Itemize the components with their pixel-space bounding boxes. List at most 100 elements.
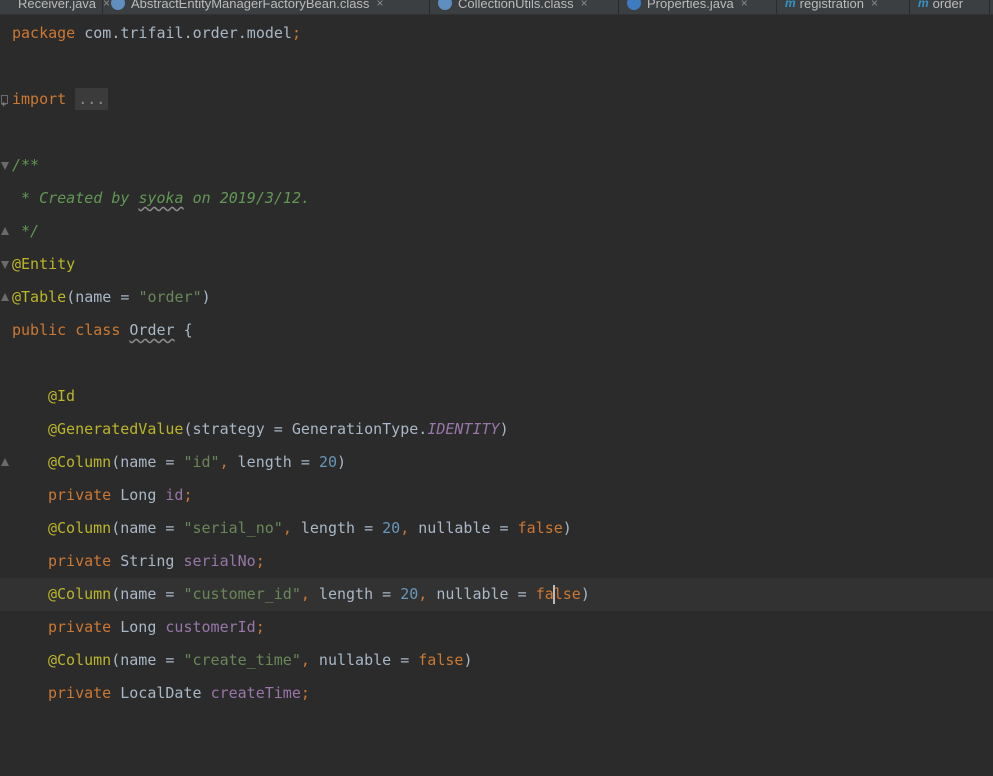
annotation-args: length = [291,519,383,537]
class-name: Order [129,321,175,339]
annotation-table: @Table [12,288,67,306]
annotation-args: nullable = [409,519,518,537]
close-icon[interactable]: × [376,0,383,10]
fold-collapse-icon[interactable] [1,162,9,170]
tab-label: AbstractEntityManagerFactoryBean.class [131,0,370,11]
fold-end-icon[interactable] [1,227,9,235]
semicolon: ; [255,618,265,636]
code-line[interactable]: @Id [0,380,993,413]
code-line[interactable]: @Entity [0,248,993,281]
package-name: com.trifail.order.model [75,24,292,42]
doc-comment-open: /** [12,156,40,174]
number-literal: 20 [382,519,401,537]
comma: , [418,585,428,603]
annotation-column: @Column [48,453,112,471]
tab-label: Receiver.java [18,0,97,11]
tab-label: order [932,0,964,11]
keyword: fa [535,585,554,603]
code-line[interactable]: private String serialNo; [0,545,993,578]
paren: ) [580,585,590,603]
type-name: LocalDate [111,684,211,702]
string-literal: "create_time" [183,651,301,669]
code-line[interactable]: private LocalDate createTime; [0,677,993,710]
compiled-class-icon [438,0,452,10]
number-literal: 20 [400,585,419,603]
annotation-id: @Id [48,387,76,405]
annotation-column: @Column [48,585,112,603]
doc-comment-close: */ [12,222,40,240]
code-line[interactable]: /** [0,149,993,182]
comma: , [219,453,229,471]
keyword: private [48,684,112,702]
tab-label: CollectionUtils.class [458,0,574,11]
folded-imports[interactable]: ... [75,88,109,110]
tab-abstract-entity-manager-factory-bean[interactable]: AbstractEntityManagerFactoryBean.class × [103,0,430,14]
type-name: String [111,552,184,570]
code-line[interactable]: @Column(name = "id", length = 20) [0,446,993,479]
keyword: private [48,486,112,504]
tab-label: registration [799,0,864,11]
comma: , [282,519,292,537]
code-line-current[interactable]: @Column(name = "customer_id", length = 2… [0,578,993,611]
annotation-args: (name = [111,585,184,603]
close-icon[interactable]: × [871,0,878,10]
maven-module-icon: m [785,0,796,10]
semicolon: ; [291,24,301,42]
annotation-args: length = [309,585,401,603]
semicolon: ; [300,684,310,702]
comma: , [300,585,310,603]
field-name: id [165,486,184,504]
keyword: lse [553,585,581,603]
fold-collapse-icon[interactable] [1,261,9,269]
code-line[interactable]: */ [0,215,993,248]
code-line[interactable]: @Column(name = "serial_no", length = 20,… [0,512,993,545]
brace: { [174,321,193,339]
annotation-generated-value: @GeneratedValue [48,420,184,438]
code-line[interactable]: private Long id; [0,479,993,512]
string-literal: "serial_no" [183,519,283,537]
tab-label: Properties.java [647,0,734,11]
code-line[interactable]: public class Order { [0,314,993,347]
fold-end-icon[interactable] [1,293,9,301]
string-literal: "customer_id" [183,585,301,603]
annotation-args: (name = [111,519,184,537]
keyword: public [12,321,67,339]
paren: ) [499,420,509,438]
annotation-column: @Column [48,651,112,669]
editor-tab-bar: Receiver.java × AbstractEntityManagerFac… [0,0,993,15]
code-line[interactable]: @Column(name = "create_time", nullable =… [0,644,993,677]
maven-module-icon: m [918,0,929,10]
code-line[interactable]: @Table(name = "order") [0,281,993,314]
tab-properties-java[interactable]: Properties.java × [619,0,777,14]
comma: , [300,651,310,669]
keyword: class [75,321,121,339]
annotation-entity: @Entity [12,255,76,273]
keyword: false [418,651,464,669]
close-icon[interactable]: × [741,0,748,10]
type-name: Long [111,486,166,504]
close-icon[interactable]: × [581,0,588,10]
fold-expand-icon[interactable] [1,89,8,122]
code-line[interactable]: @GeneratedValue(strategy = GenerationTyp… [0,413,993,446]
annotation-column: @Column [48,519,112,537]
annotation-args: (name = [111,453,184,471]
tab-order[interactable]: m order [910,0,990,14]
doc-comment-text: * Created by [12,189,139,207]
code-line[interactable]: private Long customerId; [0,611,993,644]
annotation-args: (name = [66,288,139,306]
keyword: private [48,552,112,570]
code-line[interactable]: * Created by syoka on 2019/3/12. [0,182,993,215]
code-editor[interactable]: package com.trifail.order.model; import … [0,15,993,715]
code-line[interactable]: package com.trifail.order.model; [0,17,993,50]
tab-registration[interactable]: m registration × [777,0,910,14]
tab-collection-utils[interactable]: CollectionUtils.class × [430,0,619,14]
string-literal: "order" [138,288,202,306]
code-line[interactable]: import ... [0,83,993,122]
semicolon: ; [255,552,265,570]
semicolon: ; [183,486,193,504]
field-name: createTime [210,684,301,702]
fold-end-icon[interactable] [1,458,9,466]
string-literal: "id" [183,453,220,471]
compiled-class-icon [111,0,125,10]
tab-receiver-java[interactable]: Receiver.java × [0,0,110,14]
